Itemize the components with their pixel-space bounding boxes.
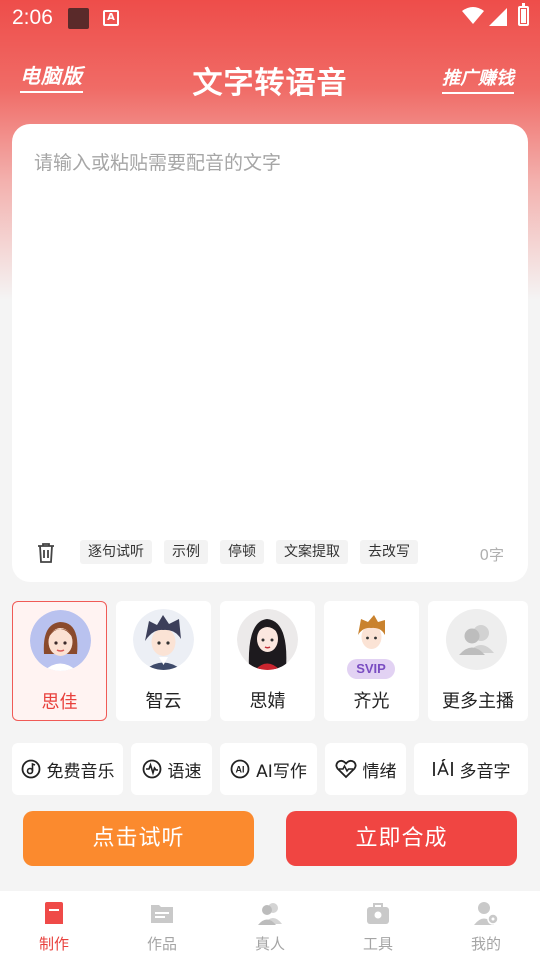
tool-label: 语速	[167, 761, 202, 782]
tool-polyphone[interactable]: 多音字	[414, 743, 528, 795]
promo-earn-link[interactable]: 推广赚钱	[442, 64, 514, 94]
trash-icon[interactable]	[36, 542, 56, 564]
toolbox-icon	[367, 903, 389, 924]
status-time: 2:06	[12, 6, 53, 29]
text-editor[interactable]: 请输入或粘贴需要配音的文字 逐句试听 示例 停顿 文案提取 去改写 0字	[12, 124, 528, 582]
tool-label: 情绪	[362, 761, 397, 782]
listen-button[interactable]: 点击试听	[23, 811, 254, 866]
char-count: 0字	[479, 546, 504, 564]
chip-rewrite[interactable]: 去改写	[360, 540, 418, 564]
editor-toolbar: 逐句试听 示例 停顿 文案提取 去改写	[80, 540, 418, 564]
battery-icon	[518, 3, 529, 26]
make-icon	[45, 902, 63, 924]
chip-example[interactable]: 示例	[164, 540, 208, 564]
svg-text:AI: AI	[236, 765, 245, 775]
voice-name: 更多主播	[442, 691, 514, 712]
voice-card-more[interactable]: 更多主播	[428, 601, 528, 721]
chip-extract-text[interactable]: 文案提取	[276, 540, 348, 564]
feature-tools: 免费音乐 语速 AI AI写作 情绪 多音字	[12, 743, 528, 795]
voice-selector: 思佳 智云 思婧 SVIP 齐光 更多主播	[12, 601, 528, 721]
voice-card-sijia[interactable]: 思佳	[12, 601, 107, 721]
font-app-icon: A	[103, 10, 119, 26]
ai-icon: AI	[230, 759, 250, 779]
waveform-icon	[142, 759, 161, 779]
status-bar: 2:06 A	[0, 0, 540, 36]
app-header: 电脑版 文字转语音 推广赚钱	[0, 50, 540, 106]
voice-name: 齐光	[353, 691, 390, 712]
svip-badge: SVIP	[347, 659, 395, 679]
nav-real-person[interactable]: 真人	[216, 891, 324, 960]
nav-mine[interactable]: 我的	[432, 891, 540, 960]
tool-free-music[interactable]: 免费音乐	[12, 743, 123, 795]
signal-icon	[489, 8, 507, 26]
folder-icon	[151, 905, 173, 923]
voice-card-qiguang[interactable]: SVIP 齐光	[324, 601, 419, 721]
tool-label: AI写作	[256, 761, 307, 782]
nav-label: 作品	[146, 935, 177, 953]
app-notification-icon	[68, 8, 89, 29]
heart-pulse-icon	[334, 759, 357, 779]
chip-sentence-preview[interactable]: 逐句试听	[80, 540, 152, 564]
profile-icon	[474, 902, 499, 925]
pinyin-icon	[432, 759, 453, 776]
nav-tools[interactable]: 工具	[324, 891, 432, 960]
voice-card-sijing[interactable]: 思婧	[220, 601, 315, 721]
nav-label: 制作	[38, 935, 69, 953]
bottom-nav: 制作 作品 真人 工具 我的	[0, 891, 540, 960]
voice-avatar-sijing	[237, 609, 298, 670]
nav-make[interactable]: 制作	[0, 891, 108, 960]
voice-name: 思婧	[249, 691, 286, 712]
nav-label: 我的	[470, 935, 501, 953]
compose-button[interactable]: 立即合成	[286, 811, 517, 866]
voice-card-zhiyun[interactable]: 智云	[116, 601, 211, 721]
tool-ai-writing[interactable]: AI AI写作	[220, 743, 317, 795]
music-disc-icon	[21, 759, 40, 779]
tool-label: 多音字	[459, 761, 511, 782]
people-icon	[258, 903, 282, 925]
chip-pause[interactable]: 停顿	[220, 540, 264, 564]
text-input-placeholder[interactable]: 请输入或粘贴需要配音的文字	[34, 148, 281, 175]
nav-label: 真人	[254, 935, 285, 953]
voice-name: 智云	[145, 691, 182, 712]
tool-speed[interactable]: 语速	[131, 743, 212, 795]
wifi-icon	[462, 7, 484, 24]
nav-label: 工具	[362, 935, 393, 953]
voice-avatar-sijia	[30, 610, 91, 671]
nav-works[interactable]: 作品	[108, 891, 216, 960]
more-anchors-icon	[446, 609, 507, 670]
tool-label: 免费音乐	[46, 761, 115, 782]
voice-name: 思佳	[41, 692, 78, 713]
voice-avatar-zhiyun	[133, 609, 194, 670]
tool-emotion[interactable]: 情绪	[325, 743, 406, 795]
